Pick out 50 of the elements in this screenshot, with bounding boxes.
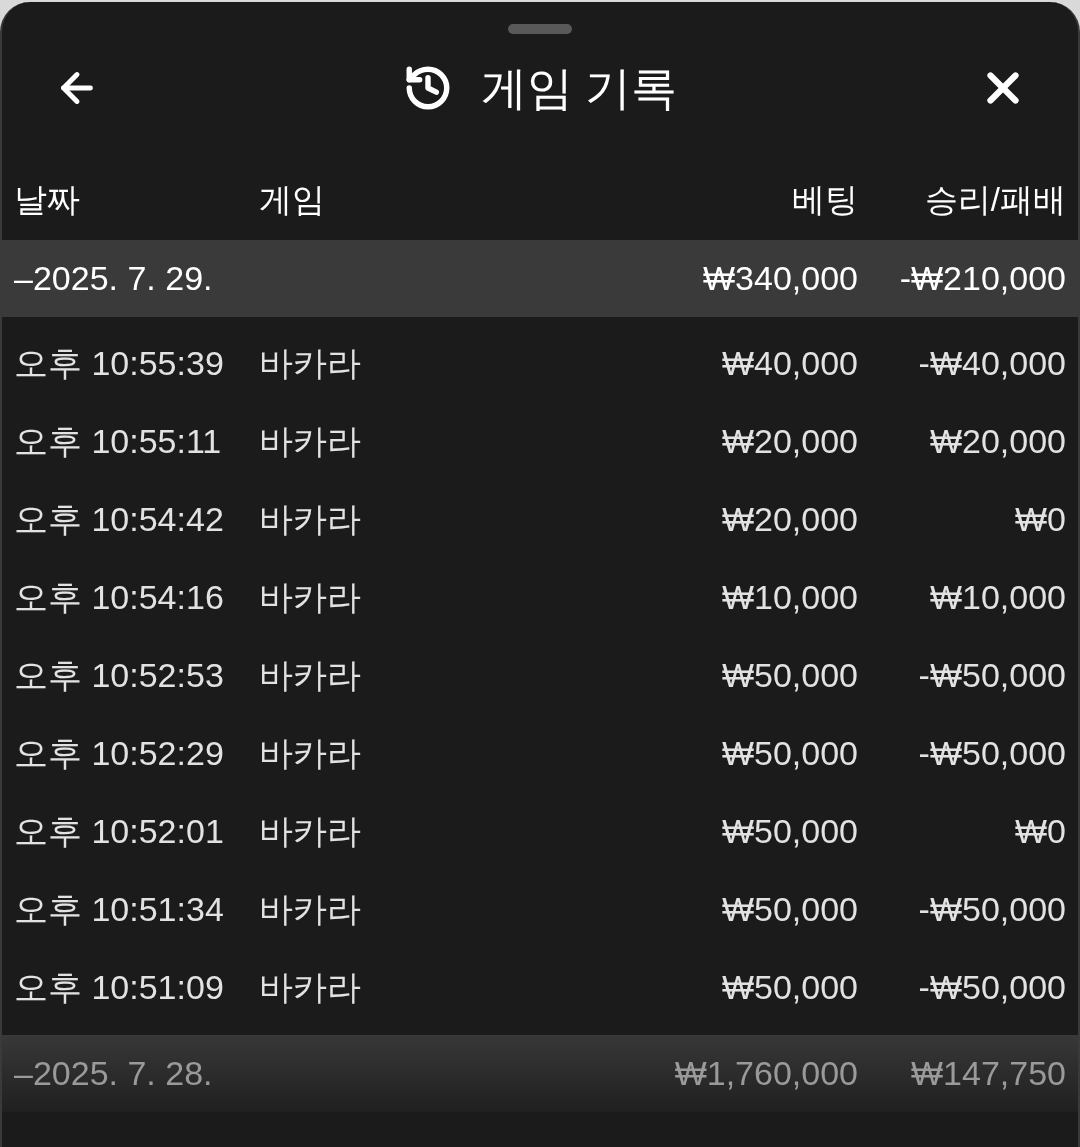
column-header: 게임 bbox=[259, 181, 325, 219]
group-result-total: ₩147,750 bbox=[911, 1054, 1066, 1092]
date-group-row[interactable]: –2025. 7. 28. ₩1,760,000 ₩147,750 bbox=[2, 1035, 1078, 1112]
column-header: 베팅 bbox=[792, 181, 858, 219]
bet-cell: ₩20,000 bbox=[721, 421, 858, 460]
time-cell: 오후 10:52:53 bbox=[14, 655, 224, 694]
result-cell: -₩50,000 bbox=[918, 733, 1066, 772]
result-cell: ₩10,000 bbox=[929, 577, 1066, 616]
game-cell: 바카라 bbox=[259, 967, 361, 1006]
group-date: –2025. 7. 28. bbox=[14, 1054, 213, 1092]
result-cell: -₩40,000 bbox=[918, 343, 1066, 382]
game-cell: 바카라 bbox=[259, 655, 361, 694]
game-cell: 바카라 bbox=[259, 733, 361, 772]
group-date: –2025. 7. 29. bbox=[14, 259, 213, 297]
drag-handle[interactable] bbox=[508, 24, 572, 34]
column-header: 날짜 bbox=[14, 181, 80, 219]
result-cell: ₩0 bbox=[1015, 811, 1066, 850]
result-cell: -₩50,000 bbox=[918, 889, 1066, 928]
bet-cell: ₩10,000 bbox=[721, 577, 858, 616]
bet-cell: ₩40,000 bbox=[721, 343, 858, 382]
time-cell: 오후 10:54:16 bbox=[14, 577, 224, 616]
result-cell: -₩50,000 bbox=[918, 655, 1066, 694]
bet-cell: ₩50,000 bbox=[721, 889, 858, 928]
bet-cell: ₩50,000 bbox=[721, 655, 858, 694]
group-bet-total: ₩340,000 bbox=[703, 259, 858, 297]
result-cell: ₩0 bbox=[1015, 499, 1066, 538]
bet-cell: ₩50,000 bbox=[721, 967, 858, 1006]
time-cell: 오후 10:55:11 bbox=[14, 421, 222, 460]
time-cell: 오후 10:52:01 bbox=[14, 811, 224, 850]
result-cell: -₩50,000 bbox=[918, 967, 1066, 1006]
game-cell: 바카라 bbox=[259, 889, 361, 928]
result-cell: ₩20,000 bbox=[929, 421, 1066, 460]
game-cell: 바카라 bbox=[259, 577, 361, 616]
group-bet-total: ₩1,760,000 bbox=[674, 1054, 858, 1092]
sheet-title: 게임 기록 bbox=[480, 65, 678, 111]
game-cell: 바카라 bbox=[259, 421, 361, 460]
time-cell: 오후 10:55:39 bbox=[14, 343, 224, 382]
bet-cell: ₩50,000 bbox=[721, 811, 858, 850]
column-header: 승리/패배 bbox=[924, 181, 1066, 219]
time-cell: 오후 10:52:29 bbox=[14, 733, 224, 772]
bet-cell: ₩20,000 bbox=[721, 499, 858, 538]
time-cell: 오후 10:51:09 bbox=[14, 967, 224, 1006]
game-cell: 바카라 bbox=[259, 343, 361, 382]
time-cell: 오후 10:51:34 bbox=[14, 889, 224, 928]
time-cell: 오후 10:54:42 bbox=[14, 499, 224, 538]
group-result-total: -₩210,000 bbox=[899, 259, 1066, 297]
game-cell: 바카라 bbox=[259, 499, 361, 538]
game-cell: 바카라 bbox=[259, 811, 361, 850]
bet-cell: ₩50,000 bbox=[721, 733, 858, 772]
date-group-row[interactable]: –2025. 7. 29. ₩340,000 -₩210,000 bbox=[2, 240, 1078, 317]
